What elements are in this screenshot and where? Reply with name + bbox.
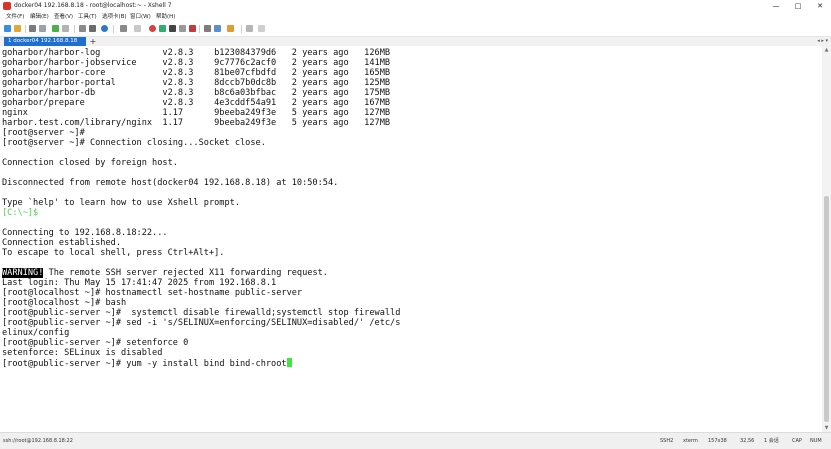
menu-view[interactable]: 查看(V)	[54, 12, 73, 22]
keymap-icon[interactable]	[179, 25, 186, 32]
terminal-line: goharbor/harbor-core v2.8.3 81be07cfbdfd…	[2, 68, 391, 78]
terminal-line: harbor.test.com/library/nginx 1.17 9beeb…	[2, 118, 391, 128]
new-session-icon[interactable]	[4, 25, 11, 32]
scroll-down-icon[interactable]: ▼	[822, 424, 831, 432]
warning-badge: WARNING!	[2, 268, 44, 278]
menu-edit[interactable]: 编辑(E)	[30, 12, 49, 22]
terminal-line: goharbor/harbor-jobservice v2.8.3 9c7776…	[2, 58, 391, 68]
menu-bar: 文件(F) 编辑(E) 查看(V) 工具(T) 选项卡(B) 窗口(W) 帮助(…	[0, 12, 831, 22]
menu-help[interactable]: 帮助(H)	[156, 12, 175, 22]
terminal-line: [root@server ~]# Connection closing...So…	[2, 138, 266, 148]
terminal-line: nginx 1.17 9beeba249f3e 5 years ago 127M…	[2, 108, 391, 118]
terminal-line: goharbor/harbor-db v2.8.3 b8c6a03bfbac 2…	[2, 88, 391, 98]
toolbar	[0, 22, 831, 37]
terminal-line: Disconnected from remote host(docker04 1…	[2, 178, 339, 188]
text-cursor	[286, 358, 292, 367]
num-lock-status: NUM	[810, 438, 822, 444]
script-icon[interactable]	[169, 25, 176, 32]
open-folder-icon[interactable]	[14, 25, 21, 32]
xftp-icon[interactable]	[149, 25, 156, 32]
terminal-line: To escape to local shell, press Ctrl+Alt…	[2, 248, 225, 258]
highlight-icon[interactable]	[227, 25, 234, 32]
window-controls: — □ ✕	[765, 0, 831, 12]
globe-icon[interactable]	[101, 25, 108, 32]
terminal-line: setenforce: SELinux is disabled	[2, 348, 163, 358]
xshell-app-icon	[3, 2, 11, 10]
status-bar: ssh://root@192.168.8.18:22 SSH2 xterm 15…	[0, 432, 831, 449]
tab-navigation[interactable]: ◂ ▸ ▾	[817, 37, 828, 46]
scroll-thumb[interactable]	[824, 196, 829, 422]
terminal-type-status: xterm	[683, 438, 698, 444]
menu-tabs[interactable]: 选项卡(B)	[102, 12, 127, 22]
close-button[interactable]: ✕	[809, 0, 831, 12]
terminal-line: Type `help' to learn how to use Xshell p…	[2, 198, 240, 208]
terminal-line: Connection established.	[2, 238, 121, 248]
local-shell-prompt: [C:\~]$	[2, 208, 39, 218]
menu-tools[interactable]: 工具(T)	[78, 12, 97, 22]
terminal-line: goharbor/harbor-log v2.8.3 b123084379d6 …	[2, 48, 391, 58]
terminal-scrollbar[interactable]: ▲ ▼	[822, 46, 831, 432]
protocol-status: SSH2	[660, 438, 674, 444]
session-count-status: 1 会话	[764, 438, 779, 444]
toolbar-separator	[74, 25, 75, 33]
layout-icon[interactable]	[246, 25, 253, 32]
terminal-line: Connection closed by foreign host.	[2, 158, 178, 168]
terminal-line: [root@public-server ~]# setenforce 0	[2, 338, 189, 348]
copy-icon[interactable]	[52, 25, 59, 32]
current-command: yum -y install bind bind-chroot	[126, 359, 287, 369]
print-icon[interactable]	[89, 25, 96, 32]
help-icon[interactable]	[258, 25, 265, 32]
warning-line: WARNING! The remote SSH server rejected …	[2, 268, 328, 278]
menu-window[interactable]: 窗口(W)	[130, 12, 151, 22]
connection-address: ssh://root@192.168.8.18:22	[3, 438, 73, 444]
add-tab-button[interactable]: +	[89, 37, 97, 46]
terminal-line: [root@localhost ~]# hostnamectl set-host…	[2, 288, 303, 298]
terminal-line: Last login: Thu May 15 17:41:47 2025 fro…	[2, 278, 277, 288]
terminal-line: elinux/config	[2, 328, 70, 338]
xmanager-icon[interactable]	[159, 25, 166, 32]
lock-icon[interactable]	[189, 25, 196, 32]
terminal-line: [root@public-server ~]# systemctl disabl…	[2, 308, 401, 318]
paste-icon[interactable]	[62, 25, 69, 32]
reconnect-icon[interactable]	[29, 25, 36, 32]
command-line[interactable]: [root@public-server ~]# yum -y install b…	[2, 358, 292, 369]
disconnect-icon[interactable]	[39, 25, 46, 32]
toolbar-separator	[25, 25, 26, 33]
terminal-line: Connecting to 192.168.8.18:22...	[2, 228, 168, 238]
find-icon[interactable]	[79, 25, 86, 32]
transfer-icon[interactable]	[214, 25, 221, 32]
minimize-button[interactable]: —	[765, 0, 787, 12]
session-tab-bar: 1 docker04 192.168.8.18 + ◂ ▸ ▾	[0, 37, 831, 46]
menu-file[interactable]: 文件(F)	[6, 12, 24, 22]
toolbar-separator	[199, 25, 200, 33]
tab-docker04[interactable]: 1 docker04 192.168.8.18	[4, 37, 86, 46]
terminal-line: [root@server ~]#	[2, 128, 85, 138]
window-title: docker04 192.168.8.18 - root@localhost:~…	[14, 2, 172, 9]
scroll-up-icon[interactable]: ▲	[822, 46, 831, 54]
toolbar-separator	[241, 25, 242, 33]
cursor-position-status: 32,56	[740, 438, 755, 444]
compose-icon[interactable]	[204, 25, 211, 32]
fullscreen-icon[interactable]	[134, 25, 141, 32]
toolbar-separator	[113, 25, 114, 33]
terminal-line: [root@localhost ~]# bash	[2, 298, 127, 308]
warning-text: The remote SSH server rejected X11 forwa…	[43, 268, 328, 278]
shell-prompt: [root@public-server ~]#	[2, 359, 127, 369]
terminal-line: goharbor/harbor-portal v2.8.3 8dccb7b0dc…	[2, 78, 391, 88]
terminal-line: [root@public-server ~]# sed -i 's/SELINU…	[2, 318, 401, 328]
terminal-size-status: 157x38	[708, 438, 727, 444]
caps-lock-status: CAP	[792, 438, 802, 444]
title-bar: docker04 192.168.8.18 - root@localhost:~…	[0, 0, 831, 12]
terminal-line: goharbor/prepare v2.8.3 4e3cddf54a91 2 y…	[2, 98, 391, 108]
font-icon[interactable]	[120, 25, 127, 32]
maximize-button[interactable]: □	[787, 0, 809, 12]
terminal-area[interactable]: goharbor/harbor-log v2.8.3 b123084379d6 …	[0, 46, 822, 432]
